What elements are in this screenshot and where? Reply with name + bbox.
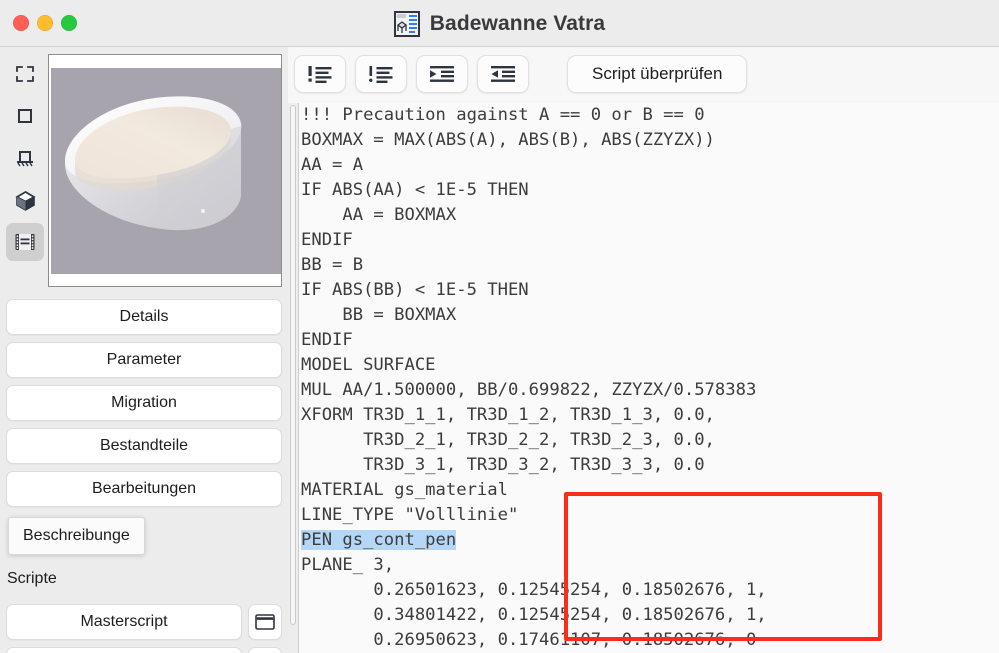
- preview-canvas: [51, 68, 281, 274]
- open-window-masterscript-button[interactable]: [248, 604, 282, 640]
- code-line[interactable]: 0.26501623, 0.12545254, 0.18502676, 1,: [301, 578, 999, 603]
- window-title-group: Badewanne Vatra: [0, 0, 999, 47]
- open-window-2d-script-button[interactable]: [248, 647, 282, 653]
- code-line[interactable]: AA = A: [301, 153, 999, 178]
- code-line[interactable]: MODEL SURFACE: [301, 353, 999, 378]
- code-content[interactable]: !!! Precaution against A == 0 or B == 0B…: [301, 103, 999, 653]
- sidebar-item-model-3d[interactable]: [6, 181, 44, 219]
- page-title: Badewanne Vatra: [429, 11, 606, 35]
- code-line[interactable]: BOXMAX = MAX(ABS(A), ABS(B), ABS(ZZYZX)): [301, 128, 999, 153]
- list-item: 2D-Script: [6, 647, 282, 653]
- code-line[interactable]: !!! Precaution against A == 0 or B == 0: [301, 103, 999, 128]
- indent-left-button[interactable]: [477, 55, 529, 93]
- code-line[interactable]: IF ABS(BB) < 1E-5 THEN: [301, 278, 999, 303]
- model-3d-icon: [14, 190, 36, 211]
- code-line[interactable]: MATERIAL gs_material: [301, 478, 999, 503]
- indent-decrease-icon: [491, 66, 515, 82]
- editor-scrollbar[interactable]: [288, 103, 299, 653]
- code-line[interactable]: MUL AA/1.500000, BB/0.699822, ZZYZX/0.57…: [301, 378, 999, 403]
- sidebar-item-section[interactable]: [6, 139, 44, 177]
- sidebar-button-migration[interactable]: Migration: [6, 385, 282, 421]
- code-line[interactable]: AA = BOXMAX: [301, 203, 999, 228]
- bathtub-render: [65, 96, 242, 231]
- code-line[interactable]: ENDIF: [301, 228, 999, 253]
- code-line[interactable]: BB = B: [301, 253, 999, 278]
- application-window: Badewanne Vatra Details Parameter Migrat…: [0, 0, 999, 653]
- sidebar-item-preview-2d[interactable]: [6, 55, 44, 93]
- indent-increase-icon: [430, 66, 454, 82]
- scrollbar-thumb[interactable]: [290, 105, 296, 625]
- sidebar-item-floor-plan[interactable]: [6, 97, 44, 135]
- editor-toolbar: Script überprüfen: [294, 55, 748, 93]
- tooltip: Beschreibunge: [8, 517, 145, 555]
- script-editor-pane: Script überprüfen !!! Precaution against…: [288, 47, 999, 653]
- code-line[interactable]: TR3D_3_1, TR3D_3_2, TR3D_3_3, 0.0: [301, 453, 999, 478]
- uncomment-icon: [369, 66, 393, 83]
- check-script-button[interactable]: Script überprüfen: [567, 55, 748, 93]
- code-line[interactable]: BB = BOXMAX: [301, 303, 999, 328]
- sidebar-button-parameter[interactable]: Parameter: [6, 342, 282, 378]
- floor-plan-icon: [18, 109, 32, 123]
- object-sections: Details Parameter Migration Bestandteile…: [6, 299, 282, 507]
- window-icon: [255, 614, 275, 630]
- code-line[interactable]: 0.34801422, 0.12545254, 0.18502676, 1,: [301, 603, 999, 628]
- scripts-icon: [15, 234, 35, 250]
- view-mode-rail: [4, 55, 46, 261]
- code-line[interactable]: IF ABS(AA) < 1E-5 THEN: [301, 178, 999, 203]
- preview-2d-icon: [16, 66, 34, 82]
- section-icon: [17, 151, 33, 167]
- script-button-masterscript[interactable]: Masterscript: [6, 604, 242, 640]
- code-line[interactable]: PEN gs_cont_pen: [301, 528, 999, 553]
- sidebar-button-bearbeitungen[interactable]: Bearbeitungen: [6, 471, 282, 507]
- title-bar: Badewanne Vatra: [0, 0, 999, 47]
- code-line[interactable]: ENDIF: [301, 328, 999, 353]
- indent-right-button[interactable]: [416, 55, 468, 93]
- script-button-2d-script[interactable]: 2D-Script: [6, 647, 242, 653]
- sidebar-item-scripts[interactable]: [6, 223, 44, 261]
- code-line[interactable]: 0.26950623, 0.17461107, 0.18502676, 0: [301, 628, 999, 653]
- list-item: Masterscript: [6, 604, 282, 640]
- uncomment-lines-button[interactable]: [355, 55, 407, 93]
- scripts-list: Masterscript 2D-Script 3: [6, 604, 282, 653]
- object-preview[interactable]: [48, 54, 282, 287]
- code-editor[interactable]: !!! Precaution against A == 0 or B == 0B…: [288, 103, 999, 653]
- code-line[interactable]: PLANE_ 3,: [301, 553, 999, 578]
- sidebar-button-bestandteile[interactable]: Bestandteile: [6, 428, 282, 464]
- comment-lines-button[interactable]: [294, 55, 346, 93]
- code-line[interactable]: TR3D_2_1, TR3D_2_2, TR3D_2_3, 0.0,: [301, 428, 999, 453]
- code-line[interactable]: LINE_TYPE "Volllinie": [301, 503, 999, 528]
- selected-text[interactable]: PEN gs_cont_pen: [301, 530, 457, 550]
- library-object-icon: [393, 10, 420, 37]
- comment-icon: [308, 66, 332, 83]
- left-sidebar: Details Parameter Migration Bestandteile…: [0, 47, 288, 653]
- sidebar-button-details[interactable]: Details: [6, 299, 282, 335]
- code-line[interactable]: XFORM TR3D_1_1, TR3D_1_2, TR3D_1_3, 0.0,: [301, 403, 999, 428]
- scripts-section-label: Scripte: [7, 570, 57, 587]
